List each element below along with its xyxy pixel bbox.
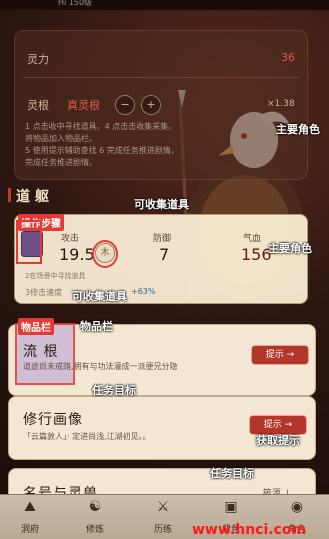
status-bar: Hi 150级 (0, 0, 329, 10)
annotation-collectible: 可收集道具 (72, 290, 127, 303)
task-desc: 「云篇敦人」· 定进尚浅,江湖初见。。 (23, 432, 151, 441)
scene-hint: 2在场景中寻找道具 (25, 272, 86, 280)
attack-label: 攻击 (61, 234, 80, 244)
task-desc: 道途尚未戒路,拥有与功法灌成一派便兄分隐 (23, 362, 178, 371)
speed-label: 3修击速度 (25, 288, 63, 297)
desc-line: 将物品加入物品栏。 (25, 134, 97, 143)
divider (23, 77, 299, 78)
annotation-task-target: 任务目标 (92, 384, 136, 397)
annotation-collectible: 可收集道具 (134, 198, 189, 211)
spirit-value: 36 (281, 51, 295, 64)
plus-icon[interactable]: + (141, 95, 161, 115)
root-label: 灵根 (27, 99, 49, 112)
section-title: 道 躯 (8, 186, 49, 206)
desc-line: 1 点击收中寻找道具。4 点击击收集采集。 (25, 122, 177, 131)
annotation-main-role: 主要角色 (268, 242, 312, 255)
hp-label: 气血 (243, 234, 262, 244)
annotation-get-hint: 获取提示 (256, 434, 300, 447)
attribute-panel: 灵力 36 灵根 真灵根 − + ×1.38 1 点击收中寻找道具。4 点击击收… (14, 30, 308, 180)
desc-line: 完成任务推进剧情。 (25, 158, 97, 167)
panel-description: 1 点击收中寻找道具。4 点击击收集采集。 将物品加入物品栏。 5 使用提示辅助… (25, 121, 205, 169)
desc-line: 5 使用提示辅助查找 6 完成任务推进剧情， (25, 146, 179, 155)
task-card[interactable]: 流 根 道途尚未戒路,拥有与功法灌成一派便兄分隐 提示 → (8, 323, 316, 396)
watermark: www.hnci.com (192, 522, 307, 538)
annotation-main-role: 主要角色 (276, 123, 320, 136)
swords-icon: ⚔ (156, 499, 170, 515)
annotation-task-target: 任务目标 (210, 467, 254, 480)
hp-value: 156 (241, 245, 272, 264)
nav-label: 修炼 (85, 525, 104, 535)
spirit-label: 灵力 (27, 53, 49, 66)
user-icon: ◉ (290, 499, 304, 515)
annotation-item-bar-tag: 物品栏 (18, 318, 54, 335)
multiplier: ×1.38 (267, 99, 295, 109)
cultivate-icon: ☯ (88, 499, 102, 515)
task-card[interactable]: 修行画像 「云篇敦人」· 定进尚浅,江湖初见。。 提示 → (8, 396, 316, 460)
nav-label: 历练 (153, 525, 172, 535)
defense-label: 防御 (153, 234, 172, 244)
bag-icon: ▣ (224, 499, 238, 515)
status-text: Hi 150级 (58, 0, 93, 7)
task-title: 流 根 (23, 344, 59, 360)
hint-button[interactable]: 提示 → (251, 345, 309, 365)
collectible-highlight-circle (92, 240, 118, 268)
attack-value: 19.5 (59, 245, 95, 264)
defense-value: 7 (159, 245, 170, 264)
nav-item-cultivate[interactable]: ☯ 修炼 (70, 499, 120, 536)
root-value: 真灵根 (67, 99, 100, 112)
speed-value: +63% (131, 287, 156, 296)
task-title: 修行画像 (23, 412, 83, 428)
steps-highlight-box (16, 220, 42, 264)
nav-item-cave[interactable]: ⛰ 洞府 (5, 499, 55, 536)
nav-label: 洞府 (20, 525, 39, 535)
nav-item-adventure[interactable]: ⚔ 历练 (138, 499, 188, 536)
mountain-icon: ⛰ (24, 499, 36, 515)
minus-icon[interactable]: − (115, 95, 135, 115)
annotation-item-bar: 物品栏 (80, 320, 113, 333)
